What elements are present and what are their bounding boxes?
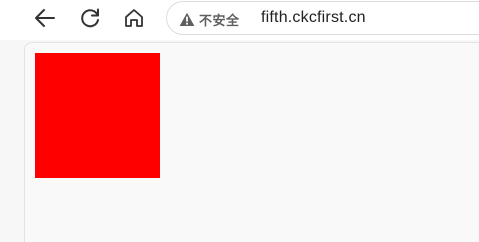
url-text[interactable]: fifth.ckcfirst.cn	[261, 9, 366, 27]
security-indicator[interactable]: 不安全	[175, 8, 244, 30]
reload-icon	[81, 8, 99, 28]
browser-toolbar: 不安全 fifth.ckcfirst.cn	[0, 0, 479, 40]
security-label: 不安全	[199, 12, 240, 28]
home-button[interactable]	[120, 4, 148, 32]
back-button[interactable]	[31, 4, 59, 32]
address-bar[interactable]: 不安全 fifth.ckcfirst.cn	[166, 1, 479, 35]
arrow-left-icon	[35, 9, 55, 27]
red-square	[35, 53, 160, 178]
home-icon	[125, 9, 143, 27]
reload-button[interactable]	[76, 4, 104, 32]
page-content	[24, 42, 479, 242]
warning-triangle-icon	[179, 12, 195, 26]
